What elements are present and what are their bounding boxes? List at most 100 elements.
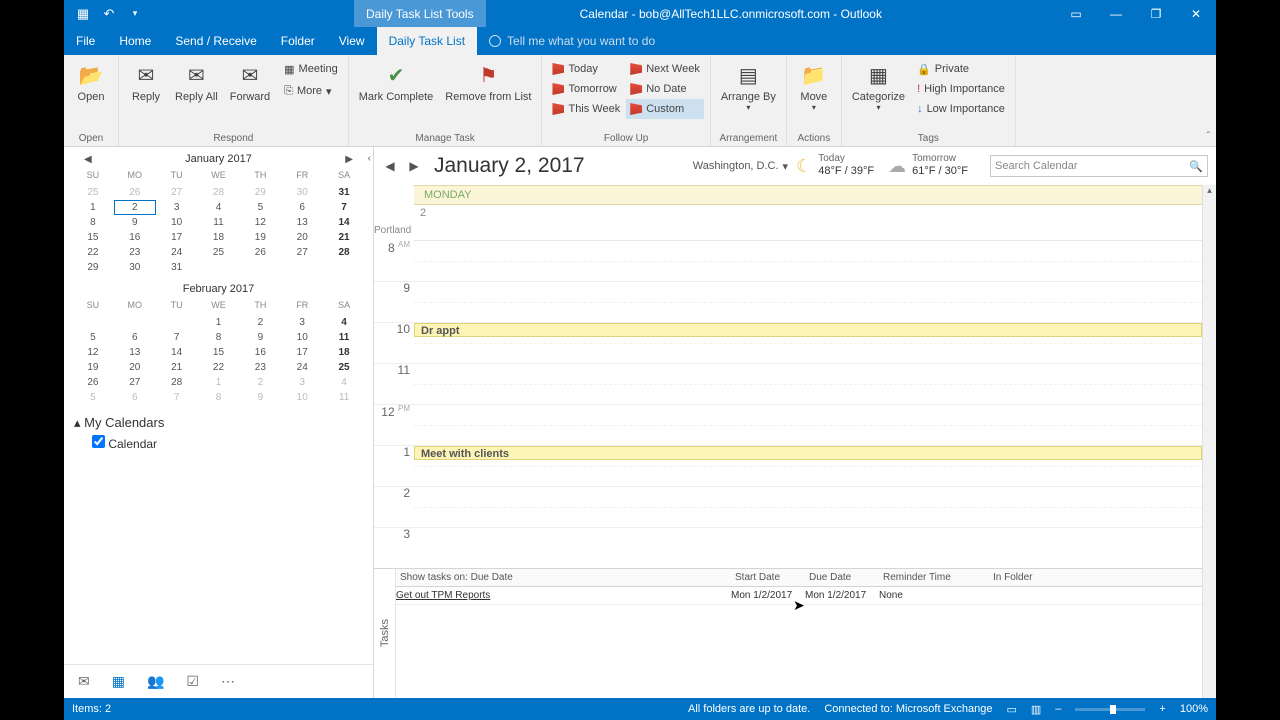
mini-cal-day[interactable]: 4 (323, 315, 365, 330)
zoom-slider[interactable] (1075, 708, 1145, 711)
tab-home[interactable]: Home (107, 27, 163, 55)
tab-daily-task-list[interactable]: Daily Task List (377, 27, 477, 55)
tell-me-search[interactable]: Tell me what you want to do (477, 27, 655, 55)
mini-cal-day[interactable]: 3 (156, 200, 198, 215)
mini-cal-day[interactable] (156, 315, 198, 330)
mini-cal-day[interactable]: 11 (323, 330, 365, 345)
more-button[interactable]: ⎘More ▾ (280, 81, 342, 101)
mini-cal-day[interactable]: 1 (198, 315, 240, 330)
mini-cal-day[interactable]: 4 (323, 375, 365, 390)
mini-cal-day[interactable]: 17 (156, 230, 198, 245)
mini-cal-day[interactable]: 29 (239, 185, 281, 200)
calendar-nav-icon[interactable]: ▦ (112, 673, 125, 690)
mini-cal-day[interactable]: 28 (323, 245, 365, 260)
tasks-header-row[interactable]: Show tasks on: Due Date Start Date Due D… (396, 569, 1216, 587)
followup-next-week[interactable]: Next Week (626, 59, 704, 79)
mini-cal-day[interactable]: 5 (239, 200, 281, 215)
tab-send-receive[interactable]: Send / Receive (163, 27, 268, 55)
task-subject[interactable]: Get out TPM Reports (396, 590, 731, 601)
qat-customize-icon[interactable]: ▾ (126, 5, 144, 23)
time-grid[interactable]: 8 AM 9 10 Dr appt 11 12 PM 1 Meet with c… (374, 241, 1202, 568)
mini-cal-day[interactable]: 25 (198, 245, 240, 260)
mini-cal-day[interactable]: 9 (239, 330, 281, 345)
mini-calendar-feb[interactable]: February 2017 SUMOTUWETHFRSA 12345678910… (64, 277, 373, 407)
next-month-icon[interactable]: ▶ (345, 154, 353, 165)
mini-cal-day[interactable]: 19 (72, 360, 114, 375)
mini-cal-day[interactable]: 15 (72, 230, 114, 245)
mini-cal-day[interactable]: 12 (72, 345, 114, 360)
minimize-button[interactable]: — (1096, 0, 1136, 27)
mini-cal-day[interactable]: 11 (323, 390, 365, 405)
view-normal-icon[interactable]: ▭ (1006, 703, 1016, 716)
mini-cal-day[interactable]: 14 (156, 345, 198, 360)
tasks-filter-label[interactable]: Show tasks on: Due Date (396, 572, 731, 583)
prev-day-button[interactable]: ◀ (382, 159, 398, 173)
zoom-level[interactable]: 100% (1180, 703, 1208, 715)
next-day-button[interactable]: ▶ (406, 159, 422, 173)
mini-cal-day[interactable]: 24 (281, 360, 323, 375)
col-due-date[interactable]: Due Date (805, 572, 879, 583)
mini-cal-day[interactable]: 25 (323, 360, 365, 375)
mini-cal-day[interactable]: 26 (72, 375, 114, 390)
tab-view[interactable]: View (327, 27, 377, 55)
mini-cal-day[interactable]: 15 (198, 345, 240, 360)
col-start-date[interactable]: Start Date (731, 572, 805, 583)
mini-cal-day[interactable]: 2 (114, 200, 156, 215)
mini-cal-day[interactable]: 18 (323, 345, 365, 360)
prev-month-icon[interactable]: ◀ (84, 154, 92, 165)
mini-cal-day[interactable]: 1 (72, 200, 114, 215)
mini-cal-day[interactable]: 30 (114, 260, 156, 275)
mini-cal-day[interactable]: 28 (156, 375, 198, 390)
tab-file[interactable]: File (64, 27, 107, 55)
mini-cal-day[interactable]: 25 (72, 185, 114, 200)
mini-cal-day[interactable]: 9 (114, 215, 156, 230)
weather-location[interactable]: Washington, D.C. ▾ (693, 160, 788, 173)
mini-cal-day[interactable]: 3 (281, 315, 323, 330)
mini-cal-day[interactable]: 30 (281, 185, 323, 200)
mini-cal-day[interactable]: 28 (198, 185, 240, 200)
low-importance-button[interactable]: ↓Low Importance (913, 99, 1009, 119)
maximize-button[interactable]: ❐ (1136, 0, 1176, 27)
mini-cal-day[interactable]: 8 (198, 390, 240, 405)
mini-cal-day[interactable]: 16 (239, 345, 281, 360)
mini-cal-day[interactable]: 9 (239, 390, 281, 405)
mini-cal-day[interactable] (72, 315, 114, 330)
remove-from-list-button[interactable]: ⚑Remove from List (441, 59, 535, 105)
followup-custom[interactable]: Custom (626, 99, 704, 119)
mini-cal-day[interactable]: 20 (281, 230, 323, 245)
calendar-checkbox[interactable] (92, 435, 105, 448)
mini-cal-day[interactable]: 6 (114, 330, 156, 345)
mini-cal-day[interactable]: 13 (281, 215, 323, 230)
mini-cal-day[interactable]: 27 (114, 375, 156, 390)
mini-cal-day[interactable]: 1 (198, 375, 240, 390)
mini-cal-day[interactable]: 5 (72, 330, 114, 345)
mini-cal-day[interactable]: 23 (114, 245, 156, 260)
mini-cal-day[interactable]: 3 (281, 375, 323, 390)
reply-all-button[interactable]: ✉Reply All (171, 59, 222, 105)
mini-cal-day[interactable]: 8 (72, 215, 114, 230)
scroll-up-icon[interactable]: ▴ (1203, 185, 1216, 199)
followup-today[interactable]: Today (548, 59, 624, 79)
mini-cal-day[interactable]: 2 (239, 375, 281, 390)
private-button[interactable]: 🔒Private (913, 59, 1009, 79)
search-icon[interactable]: 🔍 (1189, 160, 1203, 173)
mini-cal-day[interactable]: 7 (156, 390, 198, 405)
mini-cal-day[interactable]: 16 (114, 230, 156, 245)
mini-cal-day[interactable]: 26 (114, 185, 156, 200)
mini-cal-day[interactable]: 24 (156, 245, 198, 260)
qat-undo-icon[interactable]: ↶ (100, 5, 118, 23)
mini-cal-day[interactable]: 27 (156, 185, 198, 200)
high-importance-button[interactable]: !High Importance (913, 79, 1009, 99)
task-row[interactable]: Get out TPM Reports Mon 1/2/2017 Mon 1/2… (396, 587, 1216, 605)
collapse-nav-icon[interactable]: ‹ (368, 153, 371, 164)
calendar-item[interactable]: Calendar (74, 431, 363, 451)
followup-no-date[interactable]: No Date (626, 79, 704, 99)
mini-cal-day[interactable]: 22 (198, 360, 240, 375)
mini-cal-day[interactable]: 4 (198, 200, 240, 215)
mini-cal-day[interactable]: 8 (198, 330, 240, 345)
my-calendars-header[interactable]: ▴ My Calendars (74, 415, 363, 431)
mini-cal-day[interactable]: 19 (239, 230, 281, 245)
mini-cal-day[interactable]: 27 (281, 245, 323, 260)
mini-cal-day[interactable]: 10 (281, 390, 323, 405)
view-reading-icon[interactable]: ▥ (1031, 703, 1041, 716)
